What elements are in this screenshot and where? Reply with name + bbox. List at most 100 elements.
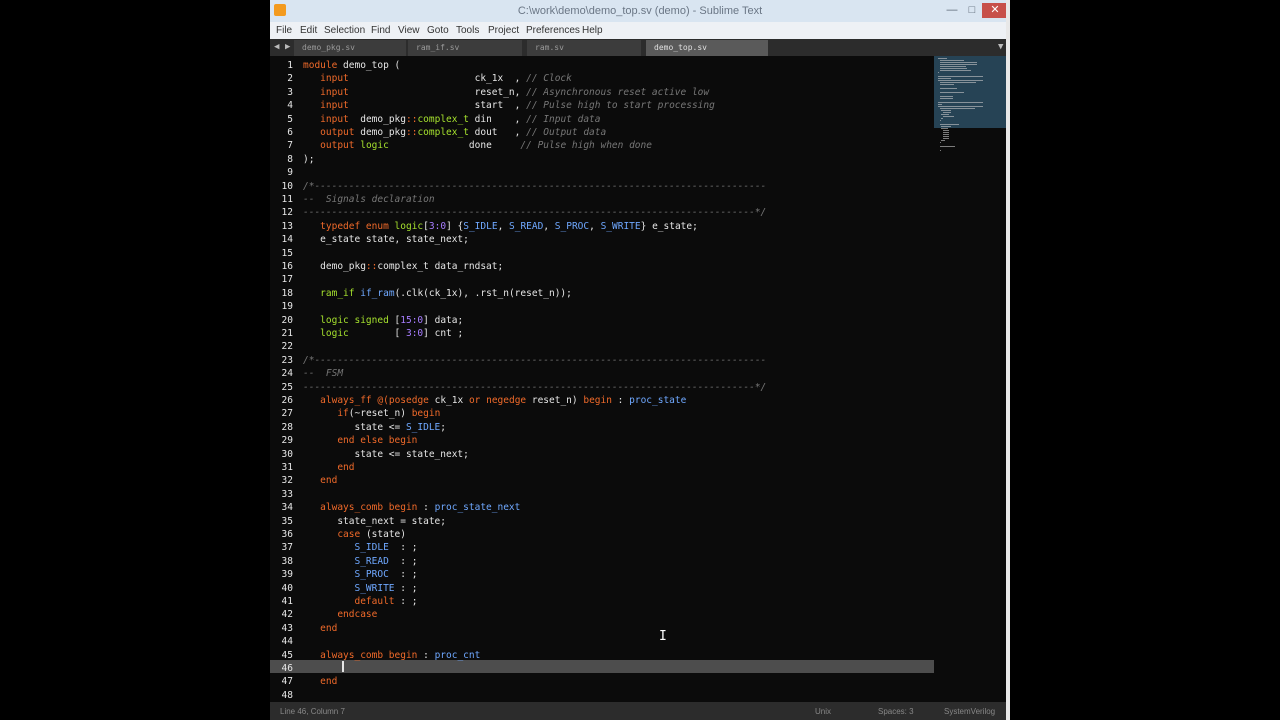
tab-ram-if[interactable]: ram_if.sv	[408, 40, 522, 56]
code-line[interactable]: -- Signals declaration	[303, 193, 435, 206]
code-line[interactable]: );	[303, 153, 314, 166]
tab-demo-pkg[interactable]: demo_pkg.sv	[294, 40, 406, 56]
code-token: S_IDLE	[405, 421, 441, 433]
code-line[interactable]: logic signed [15:0] data;	[303, 314, 463, 327]
tab-demo-top[interactable]: demo_top.sv	[646, 40, 768, 56]
code-line[interactable]: input start , // Pulse high to start pro…	[303, 99, 715, 112]
minimap-line	[939, 120, 942, 121]
code-line[interactable]: always_comb begin : proc_cnt	[303, 649, 480, 662]
code-token: end	[337, 462, 355, 473]
code-line[interactable]: always_ff @(posedge ck_1x or negedge res…	[303, 394, 686, 407]
menu-preferences[interactable]: Preferences	[526, 25, 580, 36]
code-line[interactable]: S_WRITE : ;	[303, 582, 417, 595]
code-editor[interactable]: module demo_top ( input ck_1x , // Clock…	[303, 56, 933, 702]
maximize-icon[interactable]: □	[963, 3, 981, 18]
minimap-line	[938, 76, 983, 77]
minimap-line	[938, 106, 983, 107]
code-line[interactable]: end else begin	[303, 434, 417, 447]
code-token: ck_1x	[428, 395, 469, 406]
close-icon[interactable]: ✕	[982, 3, 1008, 18]
line-number: 27	[281, 408, 293, 420]
menu-selection[interactable]: Selection	[324, 25, 365, 36]
line-number: 22	[281, 341, 293, 353]
line-number: 39	[281, 569, 293, 581]
status-syntax[interactable]: SystemVerilog	[944, 707, 995, 716]
code-line[interactable]: input demo_pkg::complex_t din , // Input…	[303, 113, 600, 126]
code-line[interactable]: ram_if if_ram(.clk(ck_1x), .rst_n(reset_…	[303, 287, 572, 300]
code-line[interactable]: e_state state, state_next;	[303, 233, 469, 246]
code-line[interactable]: end	[303, 622, 337, 635]
code-line[interactable]: /*--------------------------------------…	[303, 354, 766, 367]
code-line[interactable]: module demo_top (	[303, 59, 400, 72]
code-line[interactable]: S_READ : ;	[303, 555, 417, 568]
code-line[interactable]: ----------------------------------------…	[303, 381, 766, 394]
code-token: endcase	[337, 609, 378, 621]
code-line[interactable]: state <= S_IDLE;	[303, 421, 446, 434]
minimap-line	[939, 108, 975, 109]
status-position: Line 46, Column 7	[280, 707, 345, 716]
code-line[interactable]: logic [ 3:0] cnt ;	[303, 327, 463, 340]
line-number: 17	[281, 274, 293, 286]
line-number: 32	[281, 475, 293, 487]
minimap-line	[938, 102, 983, 103]
line-number: 19	[281, 301, 293, 313]
tab-ram[interactable]: ram.sv	[527, 40, 641, 56]
minimize-icon[interactable]: —	[943, 3, 961, 18]
code-token: e_state state, state_next;	[303, 234, 469, 246]
code-line[interactable]: endcase	[303, 608, 377, 621]
code-line[interactable]: state_next = state;	[303, 515, 446, 528]
code-token: S_READ	[509, 220, 544, 232]
code-line[interactable]: input reset_n, // Asynchronous reset act…	[303, 86, 709, 99]
status-tab-size[interactable]: Spaces: 3	[878, 707, 914, 716]
code-token: S_READ	[354, 555, 389, 567]
code-line[interactable]: S_PROC : ;	[303, 568, 417, 581]
menu-view[interactable]: View	[398, 25, 420, 36]
minimap-line	[939, 68, 967, 69]
code-line[interactable]: -- FSM	[303, 367, 343, 380]
menu-project[interactable]: Project	[488, 25, 519, 36]
code-line[interactable]: output demo_pkg::complex_t dout , // Out…	[303, 126, 606, 139]
minimap-line	[941, 126, 952, 127]
code-token: // Asynchronous reset active low	[526, 86, 710, 98]
code-token: output	[320, 140, 355, 152]
code-line[interactable]: end	[303, 675, 337, 688]
menu-edit[interactable]: Edit	[300, 25, 317, 36]
line-number: 34	[281, 502, 293, 514]
status-line-ending[interactable]: Unix	[815, 707, 831, 716]
menu-help[interactable]: Help	[582, 25, 603, 36]
code-token: end	[320, 676, 338, 688]
code-token: S_WRITE	[600, 220, 641, 232]
menu-find[interactable]: Find	[371, 25, 390, 36]
menu-goto[interactable]: Goto	[427, 25, 449, 36]
code-line[interactable]: end	[303, 461, 355, 474]
code-line[interactable]: default : ;	[303, 595, 417, 608]
code-line[interactable]: output logic done // Pulse high when don…	[303, 139, 652, 152]
code-line[interactable]: always_comb begin : proc_state_next	[303, 501, 520, 514]
code-line[interactable]: /*--------------------------------------…	[303, 180, 766, 193]
code-line[interactable]: S_IDLE : ;	[303, 541, 417, 554]
tab-scroll-left-icon[interactable]: ◀	[274, 42, 279, 52]
line-number: 18	[281, 287, 293, 299]
tab-list-icon[interactable]: ▼	[998, 42, 1003, 52]
code-line[interactable]: case (state)	[303, 528, 406, 541]
code-line[interactable]: ----------------------------------------…	[303, 206, 766, 219]
minimap-line	[938, 58, 948, 59]
code-line[interactable]: demo_pkg::complex_t data_rndsat;	[303, 260, 503, 273]
code-line[interactable]: typedef enum logic[3:0] {S_IDLE, S_READ,…	[303, 220, 698, 233]
code-line[interactable]: state <= state_next;	[303, 448, 468, 461]
code-token: demo_top (	[337, 60, 401, 71]
code-line[interactable]: input ck_1x , // Clock	[303, 72, 572, 85]
menu-file[interactable]: File	[276, 25, 292, 36]
line-number: 2	[287, 73, 293, 85]
code-line[interactable]: if(~reset_n) begin	[303, 407, 440, 420]
tab-scroll-right-icon[interactable]: ▶	[285, 42, 290, 52]
minimap[interactable]	[934, 56, 1006, 702]
code-line[interactable]: end	[303, 474, 337, 487]
line-number: 14	[281, 234, 293, 246]
menu-tools[interactable]: Tools	[456, 25, 479, 36]
